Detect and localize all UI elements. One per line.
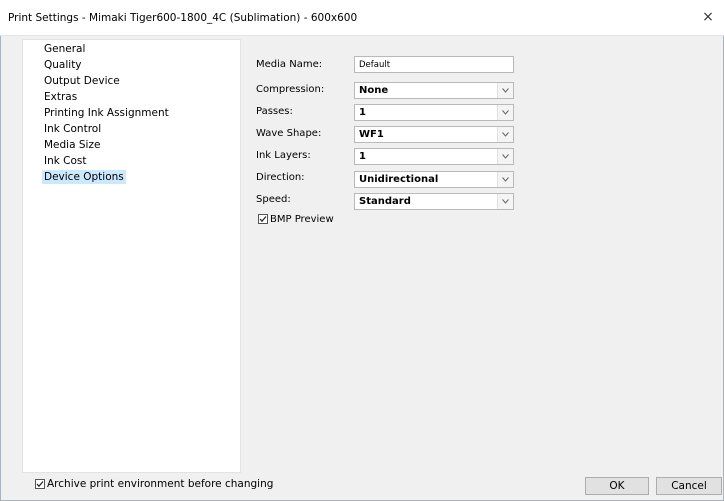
chevron-down-icon[interactable] (497, 149, 513, 164)
sidebar-item-quality[interactable]: Quality (42, 58, 84, 72)
checkmark-icon[interactable] (35, 479, 45, 489)
bmp-preview-checkbox[interactable]: BMP Preview (258, 214, 334, 225)
speed-label: Speed: (256, 194, 291, 205)
ink-layers-label: Ink Layers: (256, 150, 311, 161)
chevron-down-icon[interactable] (497, 172, 513, 187)
compression-value: None (359, 85, 389, 96)
bmp-preview-label: BMP Preview (270, 214, 334, 225)
passes-label: Passes: (256, 106, 293, 117)
ok-button[interactable]: OK (585, 477, 649, 495)
checkmark-icon[interactable] (258, 214, 268, 224)
compression-label: Compression: (256, 84, 325, 95)
media-name-label: Media Name: (256, 59, 323, 70)
chevron-down-icon[interactable] (497, 83, 513, 98)
direction-dropdown[interactable]: Unidirectional (354, 171, 514, 188)
sidebar-item-media-size[interactable]: Media Size (42, 138, 102, 152)
direction-label: Direction: (256, 172, 305, 183)
archive-environment-checkbox[interactable]: Archive print environment before changin… (35, 478, 273, 490)
media-name-field[interactable]: Default (354, 56, 514, 73)
sidebar-item-extras[interactable]: Extras (42, 90, 79, 104)
archive-environment-label: Archive print environment before changin… (47, 478, 274, 490)
speed-value: Standard (359, 196, 411, 207)
sidebar-item-ink-cost[interactable]: Ink Cost (42, 154, 89, 168)
wave-shape-value: WF1 (359, 129, 384, 140)
settings-category-list: General Quality Output Device Extras Pri… (22, 39, 241, 473)
title-bar: Print Settings - Mimaki Tiger600-1800_4C… (0, 0, 724, 36)
sidebar-item-printing-ink-assignment[interactable]: Printing Ink Assignment (42, 106, 171, 120)
direction-value: Unidirectional (359, 174, 439, 185)
chevron-down-icon[interactable] (497, 105, 513, 120)
wave-shape-label: Wave Shape: (256, 128, 322, 139)
sidebar-item-general[interactable]: General (42, 42, 87, 56)
wave-shape-dropdown[interactable]: WF1 (354, 126, 514, 143)
sidebar-item-device-options[interactable]: Device Options (42, 170, 126, 184)
chevron-down-icon[interactable] (497, 127, 513, 142)
sidebar-item-ink-control[interactable]: Ink Control (42, 122, 103, 136)
passes-value: 1 (359, 107, 366, 118)
passes-dropdown[interactable]: 1 (354, 104, 514, 121)
compression-dropdown[interactable]: None (354, 82, 514, 99)
window-title: Print Settings - Mimaki Tiger600-1800_4C… (8, 12, 358, 24)
close-icon[interactable]: × (700, 9, 716, 25)
ink-layers-value: 1 (359, 151, 366, 162)
speed-dropdown[interactable]: Standard (354, 193, 514, 210)
ink-layers-dropdown[interactable]: 1 (354, 148, 514, 165)
chevron-down-icon[interactable] (497, 194, 513, 209)
sidebar-item-output-device[interactable]: Output Device (42, 74, 122, 88)
cancel-button[interactable]: Cancel (656, 477, 722, 495)
